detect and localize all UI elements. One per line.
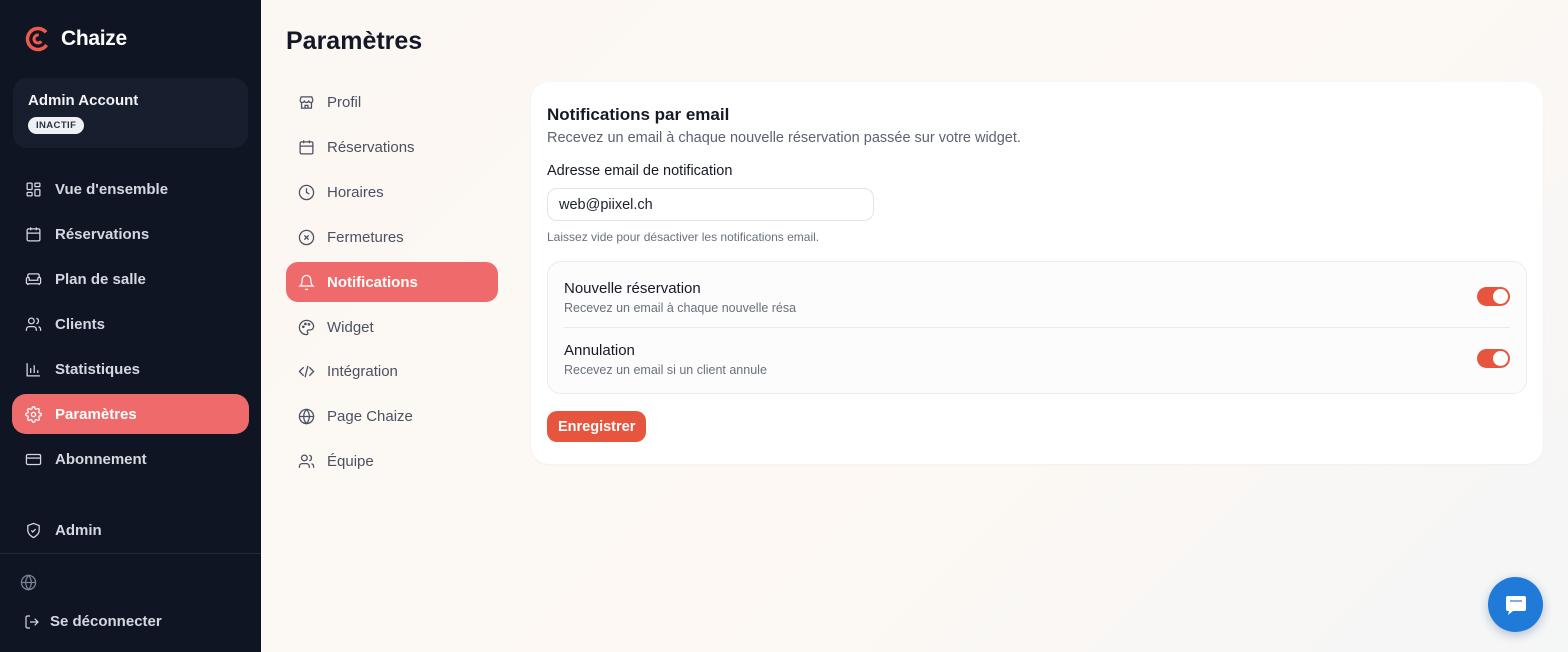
sidebar-item-floor-plan[interactable]: Plan de salle	[12, 259, 249, 299]
chat-support-button[interactable]	[1488, 577, 1543, 632]
settings-tab-notifications[interactable]: Notifications	[286, 262, 498, 302]
sidebar-item-label: Admin	[55, 521, 102, 539]
email-notifications-panel: Notifications par email Recevez un email…	[531, 82, 1543, 464]
settings-tab-integration[interactable]: Intégration	[286, 351, 498, 391]
page-title: Paramètres	[286, 27, 423, 55]
dashboard-icon	[26, 181, 41, 197]
toggle-title: Nouvelle réservation	[564, 280, 701, 297]
sidebar-item-label: Statistiques	[55, 360, 141, 378]
code-icon	[298, 365, 315, 377]
settings-tab-chaize-page[interactable]: Page Chaize	[286, 396, 498, 436]
account-name: Admin Account	[28, 92, 139, 109]
sidebar-item-label: Vue d'ensemble	[55, 180, 169, 198]
settings-tab-label: Page Chaize	[327, 407, 413, 425]
users-icon	[298, 453, 315, 468]
settings-tab-label: Profil	[327, 93, 362, 111]
sidebar-item-label: Réservations	[55, 225, 150, 243]
sidebar-item-label: Plan de salle	[55, 270, 146, 288]
palette-icon	[298, 319, 315, 335]
sidebar-item-statistics[interactable]: Statistiques	[12, 349, 249, 389]
store-icon	[299, 95, 314, 109]
settings-tab-profile[interactable]: Profil	[286, 82, 498, 122]
toggle-row-new-reservation: Nouvelle réservation Recevez un email à …	[564, 278, 1510, 328]
toggle-row-cancellation: Annulation Recevez un email si un client…	[564, 340, 1510, 390]
account-card[interactable]: Admin Account INACTIF	[13, 78, 248, 148]
settings-tab-hours[interactable]: Horaires	[286, 172, 498, 212]
sofa-icon	[25, 272, 42, 285]
brand-name: Chaize	[61, 27, 127, 50]
notification-email-input[interactable]	[547, 188, 874, 221]
settings-tab-widget[interactable]: Widget	[286, 307, 498, 347]
toggle-title: Annulation	[564, 342, 635, 359]
sidebar-item-label: Clients	[55, 315, 106, 333]
language-globe-icon[interactable]	[20, 574, 37, 591]
sidebar-item-clients[interactable]: Clients	[12, 304, 249, 344]
sidebar-item-reservations[interactable]: Réservations	[12, 214, 249, 254]
settings-tab-label: Fermetures	[327, 228, 404, 246]
calendar-icon	[26, 226, 41, 242]
settings-tab-label: Horaires	[327, 183, 384, 201]
logout-label: Se déconnecter	[50, 613, 162, 630]
chaize-logo-icon	[25, 26, 51, 52]
settings-tab-closures[interactable]: Fermetures	[286, 217, 498, 257]
toggle-subtitle: Recevez un email si un client annule	[564, 363, 767, 377]
credit-card-icon	[25, 453, 42, 465]
settings-tab-reservations[interactable]: Réservations	[286, 127, 498, 167]
toggle-knob	[1493, 289, 1508, 304]
calendar-icon	[299, 139, 314, 155]
notification-toggles: Nouvelle réservation Recevez un email à …	[547, 261, 1527, 394]
bell-icon	[298, 274, 315, 290]
logout-icon	[25, 614, 39, 629]
email-field-hint: Laissez vide pour désactiver les notific…	[547, 230, 820, 244]
toggle-subtitle: Recevez un email à chaque nouvelle résa	[564, 301, 797, 315]
settings-tab-label: Notifications	[327, 273, 418, 291]
sidebar-item-admin[interactable]: Admin	[12, 510, 249, 550]
main-content: Paramètres Profil Réservations Horaires …	[261, 0, 1568, 652]
settings-tab-team[interactable]: Équipe	[286, 441, 498, 481]
email-field-label: Adresse email de notification	[547, 163, 733, 179]
gear-icon	[25, 405, 42, 423]
settings-tab-label: Équipe	[327, 452, 374, 470]
cancellation-toggle[interactable]	[1477, 349, 1510, 368]
settings-tab-label: Widget	[327, 318, 374, 336]
panel-title: Notifications par email	[547, 105, 730, 124]
bar-chart-icon	[26, 362, 40, 377]
sidebar-item-label: Abonnement	[55, 450, 147, 468]
clock-icon	[298, 184, 315, 200]
save-button[interactable]: Enregistrer	[547, 411, 647, 442]
settings-tab-label: Réservations	[327, 138, 415, 156]
sidebar: Chaize Admin Account INACTIF Vue d'ensem…	[0, 0, 261, 652]
brand[interactable]: Chaize	[25, 26, 127, 52]
globe-icon	[298, 407, 315, 425]
toggle-knob	[1493, 351, 1508, 366]
sidebar-item-overview[interactable]: Vue d'ensemble	[12, 169, 249, 209]
sidebar-item-settings[interactable]: Paramètres	[12, 394, 249, 434]
circle-x-icon	[298, 229, 315, 245]
sidebar-item-subscription[interactable]: Abonnement	[12, 439, 249, 479]
account-status-badge: INACTIF	[28, 117, 85, 134]
settings-tab-label: Intégration	[327, 362, 398, 380]
shield-check-icon	[27, 522, 40, 538]
sidebar-divider	[0, 553, 261, 554]
logout-button[interactable]: Se déconnecter	[24, 613, 162, 630]
new-reservation-toggle[interactable]	[1477, 287, 1510, 306]
panel-description: Recevez un email à chaque nouvelle réser…	[547, 130, 1021, 146]
users-icon	[25, 316, 42, 331]
chat-bubble-icon	[1505, 595, 1526, 615]
sidebar-item-label: Paramètres	[55, 405, 137, 423]
